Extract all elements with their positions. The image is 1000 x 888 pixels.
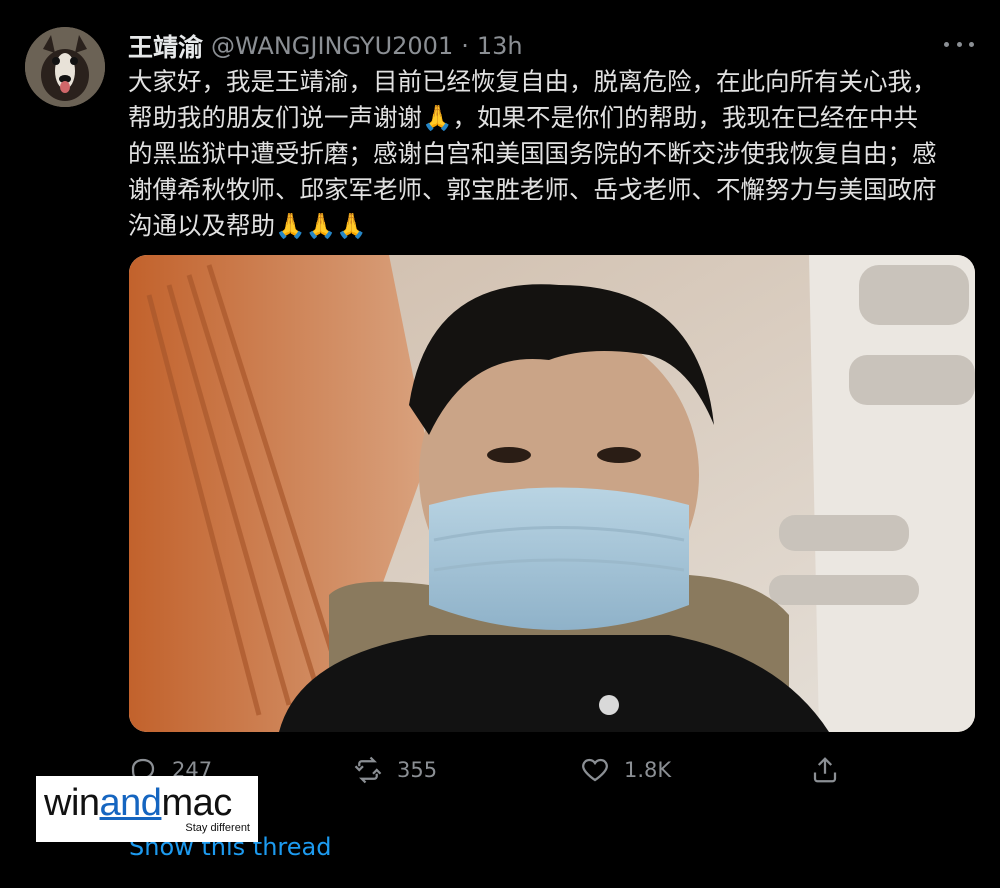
- watermark-tagline: Stay different: [185, 822, 250, 834]
- tweet-text-line: 的黑监狱中遭受折磨；感谢白宫和美国国务院的不断交涉使我恢复自由；感: [128, 139, 937, 168]
- tweet-text: 大家好，我是王靖渝，目前已经恢复自由，脱离危险，在此向所有关心我， 帮助我的朋友…: [128, 64, 978, 244]
- dog-avatar-image: [25, 27, 105, 107]
- tweet-text-line: 大家好，我是王靖渝，目前已经恢复自由，脱离危险，在此向所有关心我，: [128, 67, 937, 96]
- winandmac-watermark: winandmac Stay different: [36, 776, 258, 842]
- logo-accent: and: [99, 782, 162, 824]
- profile-avatar[interactable]: [25, 27, 105, 107]
- logo-prefix: win: [44, 782, 100, 824]
- retweet-count: 355: [397, 758, 438, 782]
- dot: [956, 41, 962, 47]
- like-count: 1.8K: [624, 758, 672, 782]
- logo-suffix: mac: [161, 782, 232, 824]
- tweet-text-line: 沟通以及帮助🙏🙏🙏: [128, 211, 367, 240]
- tweet-text-line: 谢傅希秋牧师、邱家军老师、郭宝胜老师、岳戈老师、不懈努力与美国政府: [128, 175, 937, 204]
- heart-icon: [582, 758, 608, 782]
- retweet-button[interactable]: 355: [353, 750, 437, 790]
- separator-dot: ·: [461, 32, 469, 60]
- retweet-icon: [354, 756, 382, 784]
- tweet-text-line: 帮助我的朋友们说一声谢谢🙏，如果不是你们的帮助，我现在已经在中共: [128, 103, 919, 132]
- dot: [944, 41, 949, 47]
- tweet-photo[interactable]: [129, 255, 975, 732]
- display-name[interactable]: 王靖渝: [128, 28, 203, 64]
- share-icon: [813, 757, 837, 783]
- user-handle[interactable]: @WANGJINGYU2001: [211, 32, 453, 60]
- like-button[interactable]: 1.8K: [580, 750, 671, 790]
- photo-selfie-airplane-cabin-mask: [129, 255, 975, 732]
- more-options-icon[interactable]: [944, 34, 974, 54]
- dot: [969, 41, 974, 47]
- timestamp[interactable]: 13h: [477, 32, 523, 60]
- tweet-header: 王靖渝 @WANGJINGYU2001 · 13h: [128, 30, 523, 62]
- watermark-logo: winandmac: [44, 784, 250, 822]
- share-button[interactable]: [810, 750, 854, 790]
